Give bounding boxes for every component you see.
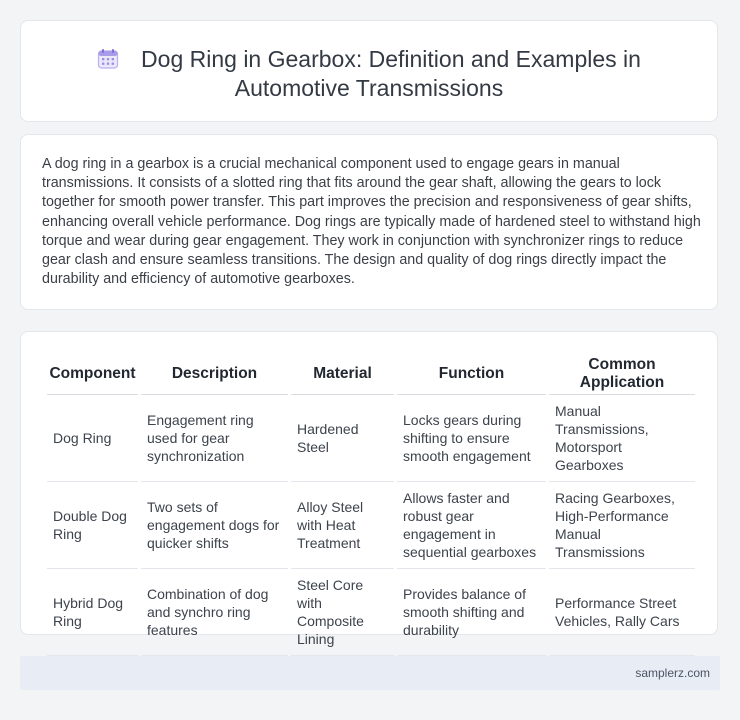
cell-application: Manual Transmissions, Motorsport Gearbox… (549, 395, 695, 482)
table-row: Dog Ring Engagement ring used for gear s… (47, 395, 695, 482)
component-table: Component Description Material Function … (44, 352, 698, 656)
cell-description: Two sets of engagement dogs for quicker … (141, 482, 288, 569)
page-title: Dog Ring in Gearbox: Definition and Exam… (21, 45, 717, 103)
cell-component: Dog Ring (47, 395, 138, 482)
cell-component: Double Dog Ring (47, 482, 138, 569)
footer-bar: samplerz.com (20, 656, 720, 690)
cell-description: Engagement ring used for gear synchroniz… (141, 395, 288, 482)
cell-application: Performance Street Vehicles, Rally Cars (549, 569, 695, 656)
cell-material: Alloy Steel with Heat Treatment (291, 482, 394, 569)
description-text: A dog ring in a gearbox is a crucial mec… (42, 156, 701, 288)
cell-function: Provides balance of smooth shifting and … (397, 569, 546, 656)
table-card: Component Description Material Function … (20, 331, 718, 656)
title-card: Dog Ring in Gearbox: Definition and Exam… (20, 20, 718, 122)
table-row: Double Dog Ring Two sets of engagement d… (47, 482, 695, 569)
cell-component: Hybrid Dog Ring (47, 569, 138, 656)
footer-site-link[interactable]: samplerz.com (635, 666, 710, 680)
title-line-2: Automotive Transmissions (234, 75, 504, 101)
header-description: Description (141, 352, 288, 395)
header-component: Component (47, 352, 138, 395)
title-line-1: Dog Ring in Gearbox: Definition and Exam… (141, 46, 641, 72)
header-material: Material (291, 352, 394, 395)
calendar-icon (97, 49, 119, 69)
table-row: Hybrid Dog Ring Combination of dog and s… (47, 569, 695, 656)
header-function: Function (397, 352, 546, 395)
cell-material: Steel Core with Composite Lining (291, 569, 394, 656)
description-card: A dog ring in a gearbox is a crucial mec… (20, 134, 718, 310)
cell-function: Locks gears during shifting to ensure sm… (397, 395, 546, 482)
cell-material: Hardened Steel (291, 395, 394, 482)
header-common-application: Common Application (549, 352, 695, 395)
cell-application: Racing Gearboxes, High-Performance Manua… (549, 482, 695, 569)
cell-function: Allows faster and robust gear engagement… (397, 482, 546, 569)
cell-description: Combination of dog and synchro ring feat… (141, 569, 288, 656)
table-header-row: Component Description Material Function … (47, 352, 695, 395)
